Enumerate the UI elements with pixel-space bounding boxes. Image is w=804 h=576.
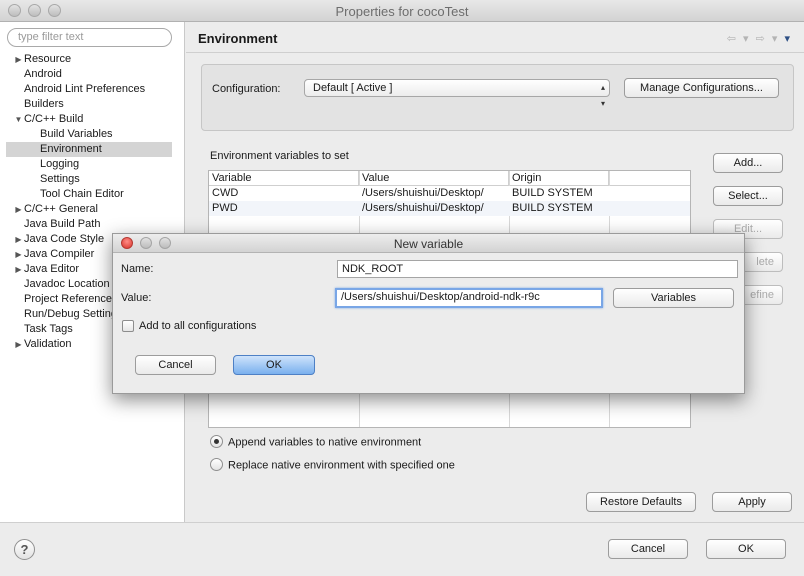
tree-item[interactable]: Java Build Path: [0, 217, 185, 232]
window-title: Properties for cocoTest: [335, 4, 469, 19]
tree-item-label: Java Build Path: [24, 218, 101, 230]
expand-right-icon[interactable]: ▶: [14, 262, 23, 277]
row-origin: BUILD SYSTEM: [512, 187, 593, 199]
tree-item[interactable]: Logging: [0, 157, 185, 172]
replace-radio[interactable]: [210, 458, 223, 471]
expand-right-icon[interactable]: ▶: [14, 52, 23, 67]
name-label: Name:: [121, 263, 154, 275]
configuration-value: Default [ Active ]: [313, 82, 393, 94]
tree-item-label: Run/Debug Settings: [24, 308, 123, 320]
tree-item-label: Java Editor: [24, 263, 80, 275]
dialog-cancel-button[interactable]: Cancel: [135, 355, 216, 375]
filter-input[interactable]: type filter text: [7, 28, 172, 47]
row-value: /Users/shuishui/Desktop/: [362, 187, 484, 199]
page-title: Environment: [198, 31, 278, 46]
row-value: /Users/shuishui/Desktop/: [362, 202, 484, 214]
expand-down-icon[interactable]: ▼: [14, 112, 23, 127]
name-field[interactable]: NDK_ROOT: [337, 260, 738, 278]
expand-right-icon[interactable]: ▶: [14, 232, 23, 247]
tree-item[interactable]: Environment: [6, 142, 172, 157]
tree-item-label: Settings: [40, 173, 80, 185]
tree-item-label: Android: [24, 68, 62, 80]
footer-divider: [0, 522, 804, 523]
env-variables-label: Environment variables to set: [210, 150, 349, 162]
tree-item-label: Validation: [24, 338, 72, 350]
append-radio[interactable]: [210, 435, 223, 448]
tree-item[interactable]: ▶ Resource: [0, 52, 185, 67]
tree-item[interactable]: Build Variables: [0, 127, 185, 142]
manage-configurations-button[interactable]: Manage Configurations...: [624, 78, 779, 98]
column-header-value[interactable]: Value: [359, 171, 509, 186]
configuration-label: Configuration:: [212, 83, 281, 95]
add-to-all-checkbox[interactable]: [122, 320, 134, 332]
add-button[interactable]: Add...: [713, 153, 783, 173]
column-header-variable[interactable]: Variable: [209, 171, 359, 186]
tree-item[interactable]: ▼ C/C++ Build: [0, 112, 185, 127]
tree-item-label: Environment: [40, 143, 102, 155]
value-label: Value:: [121, 292, 152, 304]
dialog-ok-button[interactable]: OK: [233, 355, 315, 375]
tree-item[interactable]: ▶ C/C++ General: [0, 202, 185, 217]
row-variable: CWD: [212, 187, 239, 199]
tree-item-label: Builders: [24, 98, 64, 110]
ok-button[interactable]: OK: [706, 539, 786, 559]
value-field[interactable]: /Users/shuishui/Desktop/android-ndk-r9c: [335, 288, 603, 308]
select-arrows-icon: ▴ ▾: [600, 83, 605, 108]
expand-right-icon[interactable]: ▶: [14, 337, 23, 352]
tree-item-label: C/C++ General: [24, 203, 98, 215]
new-variable-dialog: New variable Name: NDK_ROOT Value: /User…: [112, 233, 745, 394]
header-divider: [186, 52, 804, 53]
replace-option[interactable]: Replace native environment with specifie…: [210, 458, 455, 472]
configuration-select[interactable]: Default [ Active ] ▴ ▾: [304, 79, 610, 108]
configuration-group: Configuration: Default [ Active ] ▴ ▾ Man…: [201, 64, 794, 131]
tree-item[interactable]: Builders: [0, 97, 185, 112]
forward-arrow-icon[interactable]: ⇨ ▾: [756, 33, 780, 45]
table-row[interactable]: PWD /Users/shuishui/Desktop/ BUILD SYSTE…: [209, 201, 690, 216]
tree-item-label: Task Tags: [24, 323, 73, 335]
tree-item-label: Java Code Style: [24, 233, 105, 245]
apply-button[interactable]: Apply: [712, 492, 792, 512]
row-variable: PWD: [212, 202, 238, 214]
column-header-origin[interactable]: Origin: [509, 171, 609, 186]
variables-button[interactable]: Variables: [613, 288, 734, 308]
append-option[interactable]: Append variables to native environment: [210, 435, 422, 449]
view-menu-icon[interactable]: ▾: [784, 33, 792, 45]
tree-item-label: Logging: [40, 158, 80, 170]
tree-item-label: Build Variables: [40, 128, 113, 140]
tree-item[interactable]: Android Lint Preferences: [0, 82, 185, 97]
replace-radio-label: Replace native environment with specifie…: [228, 459, 455, 472]
tree-item-label: Resource: [24, 53, 72, 65]
tree-item-label: Java Compiler: [24, 248, 95, 260]
select-button[interactable]: Select...: [713, 186, 783, 206]
row-origin: BUILD SYSTEM: [512, 202, 593, 214]
tree-item-label: Android Lint Preferences: [24, 83, 146, 95]
back-arrow-icon[interactable]: ⇦ ▾: [727, 33, 751, 45]
help-icon[interactable]: ?: [14, 539, 35, 560]
dialog-title: New variable: [393, 237, 464, 251]
tree-item[interactable]: Tool Chain Editor: [0, 187, 185, 202]
expand-right-icon[interactable]: ▶: [14, 247, 23, 262]
restore-defaults-button[interactable]: Restore Defaults: [586, 492, 696, 512]
tree-item-label: Project References: [24, 293, 118, 305]
properties-window: Properties for cocoTest type filter text…: [0, 0, 804, 576]
history-nav: ⇦ ▾ ⇨ ▾ ▾: [727, 32, 792, 45]
cancel-button[interactable]: Cancel: [608, 539, 688, 559]
tree-item-label: Tool Chain Editor: [40, 188, 124, 200]
tree-item[interactable]: Settings: [0, 172, 185, 187]
append-radio-label: Append variables to native environment: [228, 436, 422, 449]
dialog-titlebar: New variable: [113, 234, 744, 253]
tree-item-label: C/C++ Build: [24, 113, 84, 125]
expand-right-icon[interactable]: ▶: [14, 202, 23, 217]
add-to-all-label: Add to all configurations: [139, 320, 257, 332]
table-row[interactable]: CWD /Users/shuishui/Desktop/ BUILD SYSTE…: [209, 186, 690, 201]
tree-item[interactable]: Android: [0, 67, 185, 82]
window-titlebar: Properties for cocoTest: [0, 0, 804, 22]
column-header-empty: [609, 171, 690, 186]
tree-item-label: Javadoc Location: [24, 278, 110, 290]
